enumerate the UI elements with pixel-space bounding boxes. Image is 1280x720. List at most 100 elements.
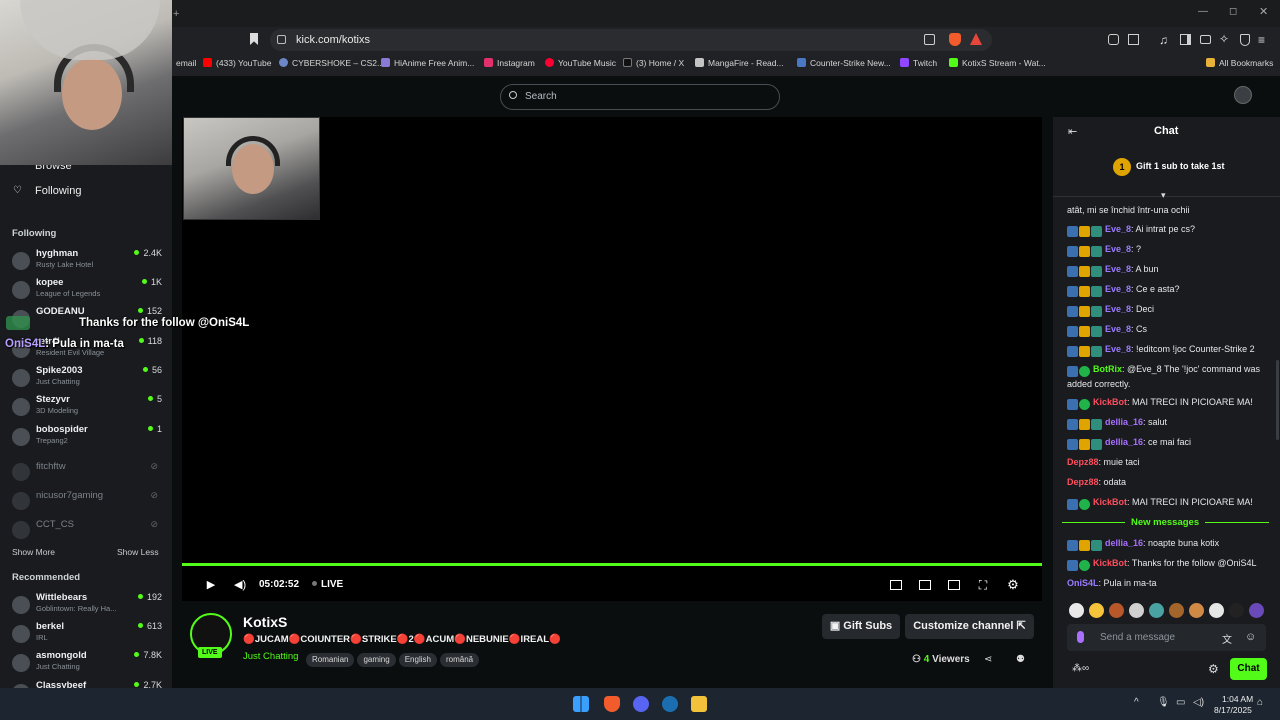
recommended-channel[interactable]: Wittlebears Goblintown: Really Ha... 192 <box>12 592 162 620</box>
emote[interactable] <box>1149 603 1164 618</box>
discord-icon[interactable] <box>633 696 649 712</box>
emote[interactable] <box>1229 603 1244 618</box>
vpn-shield-icon[interactable] <box>1240 34 1250 46</box>
chat-username[interactable]: BotRix <box>1093 364 1122 374</box>
recommended-channel[interactable]: asmongold Just Chatting 7.8K <box>12 650 162 678</box>
site-info-icon[interactable] <box>277 35 286 44</box>
bookmark-cybershoke[interactable]: CYBERSHOKE – CS2... <box>279 56 384 70</box>
following-channel[interactable]: bobospider Trepang2 1 <box>12 424 162 452</box>
chat-username[interactable]: Eve_8 <box>1105 344 1131 354</box>
following-channel-offline[interactable]: nicusor7gaming ⊘ <box>12 488 162 516</box>
pinned-toggle-icon[interactable]: ▾ <box>1161 190 1166 201</box>
wallet-icon[interactable] <box>1200 35 1211 44</box>
emoji-icon[interactable]: ☺ <box>1245 631 1256 643</box>
menu-icon[interactable]: ≡ <box>1258 33 1265 47</box>
following-channel[interactable]: kopee League of Legends 1K <box>12 277 162 305</box>
media-icon[interactable]: ♫ <box>1159 33 1168 47</box>
window-maximize-button[interactable]: ◻ <box>1229 6 1237 17</box>
tag[interactable]: gaming <box>357 653 396 667</box>
bookmark-twitch[interactable]: Twitch <box>900 56 937 70</box>
chat-username[interactable]: Depz88 <box>1067 457 1099 467</box>
chat-username[interactable]: KickBot <box>1093 397 1127 407</box>
chat-username[interactable]: dellia_16 <box>1105 437 1143 447</box>
chat-users-icon[interactable]: ⁂∞ <box>1072 663 1089 674</box>
file-explorer-icon[interactable] <box>691 696 707 712</box>
settings-gear-icon[interactable]: ⚙ <box>1007 578 1019 591</box>
bookmark-youtube-music[interactable]: YouTube Music <box>545 56 616 70</box>
following-channel[interactable]: Stezyvr 3D Modeling 5 <box>12 394 162 422</box>
brave-shields-icon[interactable] <box>949 33 961 46</box>
channel-name[interactable]: KotixS <box>243 614 287 630</box>
chat-username[interactable]: Eve_8 <box>1105 224 1131 234</box>
microphone-tray-icon[interactable]: 🎙 <box>1157 697 1170 708</box>
search-input[interactable]: Search <box>500 84 780 110</box>
chat-username[interactable]: Eve_8 <box>1105 304 1131 314</box>
bookmark-youtube[interactable]: (433) YouTube <box>203 56 271 70</box>
following-channel-offline[interactable]: CCT_CS ⊘ <box>12 517 162 545</box>
extensions-icon[interactable] <box>1108 34 1119 45</box>
address-bar[interactable]: kick.com/kotixs <box>270 29 992 51</box>
bookmark-hianime[interactable]: HiAnime Free Anim... <box>381 56 474 70</box>
bookmark-kotixs-stream[interactable]: KotixS Stream - Wat... <box>949 56 1046 70</box>
chat-username[interactable]: Eve_8 <box>1105 284 1131 294</box>
microphone-icon[interactable] <box>1077 631 1084 643</box>
following-channel[interactable]: hyghman Rusty Lake Hotel 2.4K <box>12 248 162 276</box>
emote[interactable] <box>1249 603 1264 618</box>
progress-bar[interactable] <box>182 563 1042 566</box>
show-more-button[interactable]: Show More <box>12 547 55 557</box>
chat-username[interactable]: Eve_8 <box>1105 324 1131 334</box>
emote[interactable] <box>1089 603 1104 618</box>
network-icon[interactable]: ▭ <box>1176 697 1185 708</box>
chat-username[interactable]: dellia_16 <box>1105 417 1143 427</box>
bookmark-email[interactable]: email <box>176 56 196 70</box>
chat-username[interactable]: dellia_16 <box>1105 538 1143 548</box>
show-less-button[interactable]: Show Less <box>117 547 159 557</box>
window-close-button[interactable]: ✕ <box>1259 5 1268 18</box>
category-link[interactable]: Just Chatting <box>243 651 298 662</box>
chat-username[interactable]: Eve_8 <box>1105 264 1131 274</box>
send-chat-button[interactable]: Chat <box>1230 658 1267 680</box>
theater-mode-icon[interactable] <box>948 580 960 590</box>
tag[interactable]: English <box>398 653 437 667</box>
bookmark-counter-strike[interactable]: Counter-Strike New... <box>797 56 891 70</box>
collapse-chat-icon[interactable]: ⇤ <box>1068 125 1077 138</box>
follow-user-icon[interactable]: ⚉ <box>1016 654 1025 665</box>
emote[interactable] <box>1129 603 1144 618</box>
screenshot-icon[interactable] <box>1128 34 1139 45</box>
following-channel-offline[interactable]: fitchftw ⊘ <box>12 459 162 487</box>
leo-ai-icon[interactable]: ✧ <box>1219 32 1229 46</box>
chat-username[interactable]: Eve_8 <box>1105 244 1131 254</box>
sidebar-toggle-icon[interactable] <box>1180 34 1191 45</box>
fullscreen-icon[interactable]: ⛶ <box>977 579 989 591</box>
chat-settings-icon[interactable]: ⚙ <box>1208 662 1219 676</box>
emote[interactable] <box>1109 603 1124 618</box>
emote[interactable] <box>1189 603 1204 618</box>
brave-browser-icon[interactable] <box>604 696 620 712</box>
windows-start-icon[interactable] <box>573 696 589 712</box>
share-icon[interactable]: ⋖ <box>984 654 992 665</box>
window-minimize-button[interactable]: — <box>1198 6 1208 17</box>
clock-time[interactable]: 1:04 AM <box>1222 694 1253 704</box>
new-tab-button[interactable]: + <box>173 8 179 20</box>
recommended-channel[interactable]: Classybeef 2.7K <box>12 680 162 688</box>
share-icon[interactable] <box>924 34 935 45</box>
avatar[interactable] <box>1234 86 1252 104</box>
emote[interactable] <box>1169 603 1184 618</box>
notifications-icon[interactable]: ⌂ <box>1257 697 1263 708</box>
gift-banner[interactable]: 1 Gift 1 sub to take 1st <box>1113 158 1225 176</box>
clock-date[interactable]: 8/17/2025 <box>1214 705 1252 715</box>
gift-subs-button[interactable]: ▣ Gift Subs <box>822 614 900 639</box>
chat-username[interactable]: Depz88 <box>1067 477 1099 487</box>
translate-icon[interactable]: 文 <box>1222 631 1232 646</box>
chat-scrollbar[interactable] <box>1276 360 1279 440</box>
volume-tray-icon[interactable]: ◁) <box>1193 697 1204 708</box>
steam-icon[interactable] <box>662 696 678 712</box>
all-bookmarks[interactable]: All Bookmarks <box>1206 56 1273 70</box>
emote[interactable] <box>1069 603 1084 618</box>
play-icon[interactable]: ▶ <box>205 579 217 591</box>
chat-username[interactable]: KickBot <box>1093 558 1127 568</box>
customize-channel-button[interactable]: Customize channel ⇱ <box>905 614 1034 639</box>
following-channel[interactable]: Spike2003 Just Chatting 56 <box>12 365 162 393</box>
sidebar-item-following[interactable]: Following <box>35 185 81 197</box>
chat-username[interactable]: KickBot <box>1093 497 1127 507</box>
